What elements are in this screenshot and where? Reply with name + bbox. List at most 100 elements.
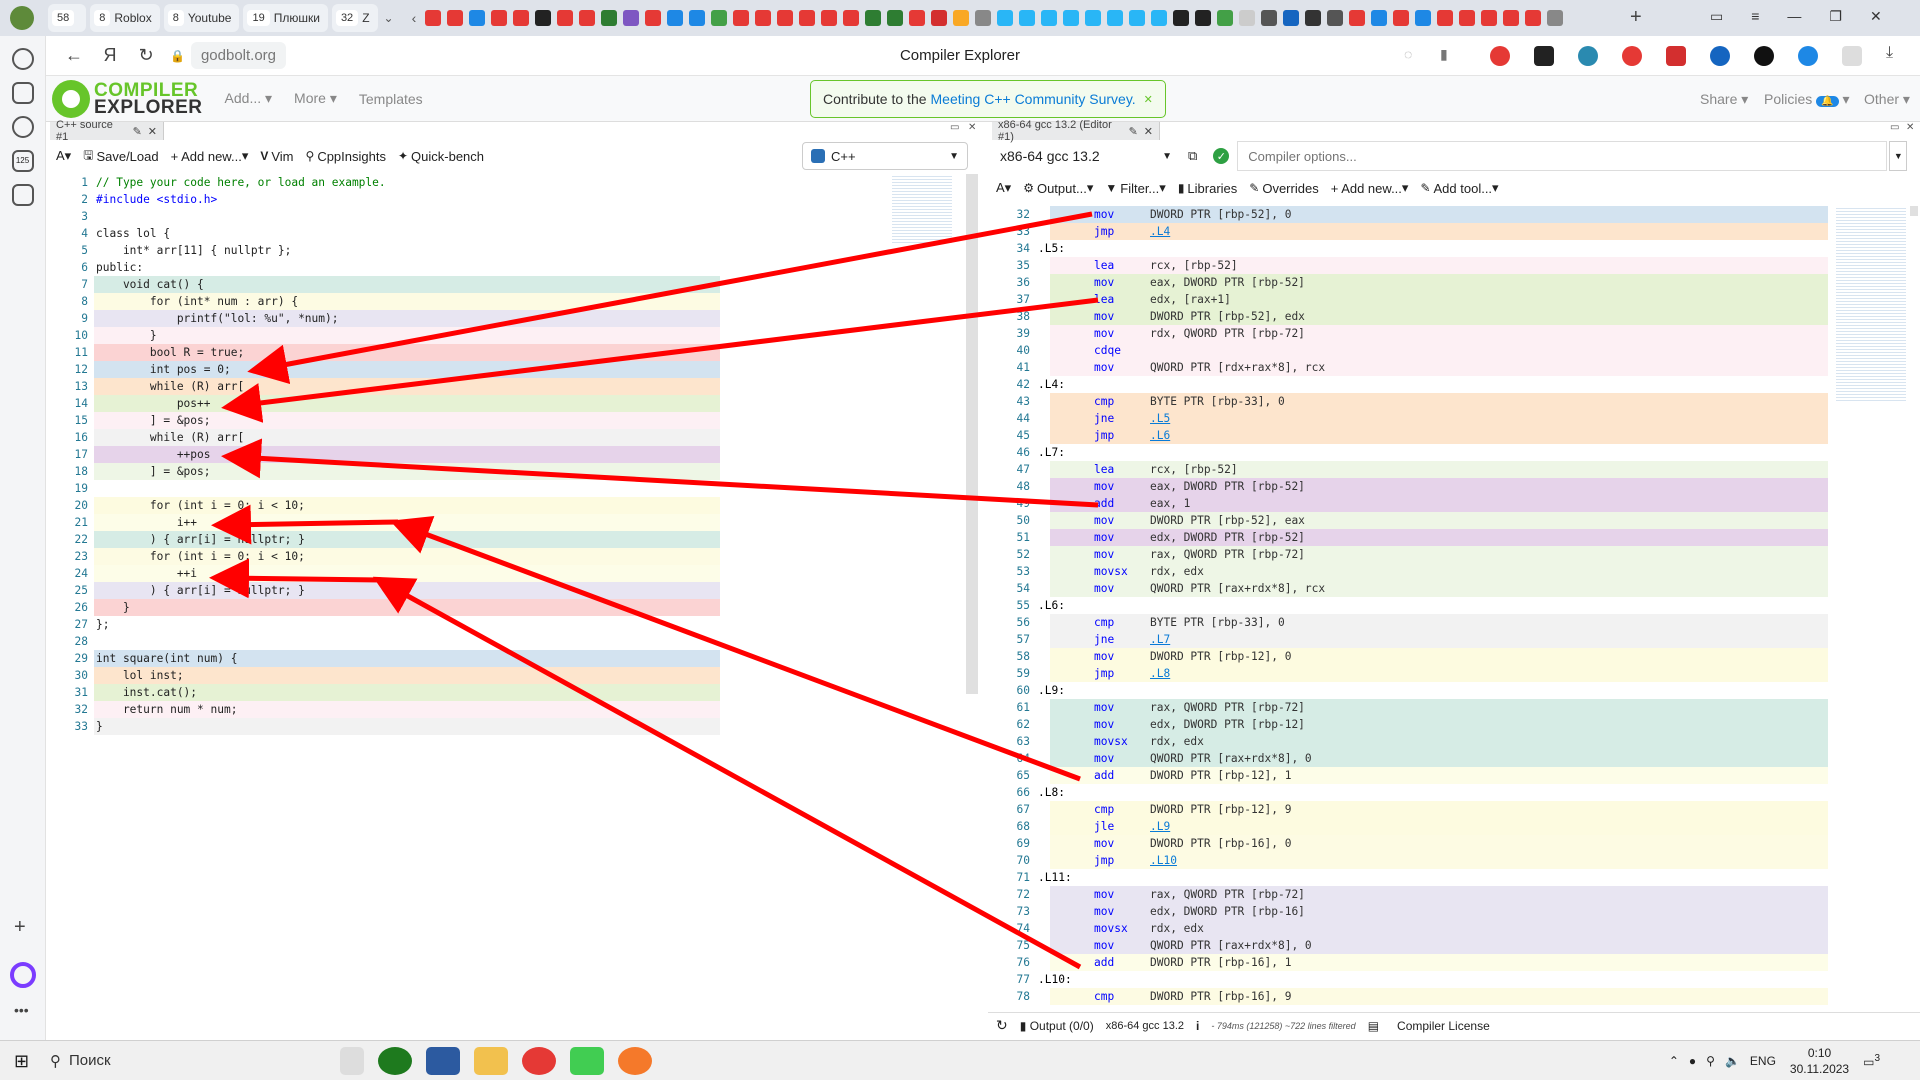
pinned-tab-icon[interactable] <box>1305 10 1322 26</box>
pinned-tab-icon[interactable] <box>887 10 904 26</box>
extension-icon[interactable] <box>1798 46 1818 66</box>
media-icon[interactable] <box>11 116 34 138</box>
blender-app-icon[interactable] <box>618 1046 652 1075</box>
alice-icon[interactable] <box>10 962 36 988</box>
asm-line[interactable]: 51 mov edx, DWORD PTR [rbp-52] <box>992 529 1828 546</box>
refresh-icon[interactable]: ↻ <box>996 1017 1008 1034</box>
policies-menu[interactable]: Policies 🔔 ▾ <box>1764 91 1850 108</box>
asm-line[interactable]: 65 add DWORD PTR [rbp-12], 1 <box>992 767 1828 784</box>
pinned-tab-icon[interactable] <box>1063 10 1080 26</box>
close-icon[interactable]: ✕ <box>1144 93 1153 106</box>
save-load-button[interactable]: 🖫 Save/Load <box>83 146 158 167</box>
share-menu[interactable]: Share ▾ <box>1700 91 1748 108</box>
options-dropdown-icon[interactable]: ▼ <box>1889 141 1908 171</box>
pinned-tab-icon[interactable] <box>1503 10 1520 26</box>
compiler-license-link[interactable]: Compiler License <box>1397 1019 1490 1033</box>
source-line[interactable]: 28 <box>50 633 890 650</box>
source-line[interactable]: 14 pos++ <box>50 395 890 412</box>
asm-line[interactable]: 73 mov edx, DWORD PTR [rbp-16] <box>992 903 1828 920</box>
asm-line[interactable]: 59 jmp .L8 <box>992 665 1828 682</box>
pinned-tab-icon[interactable] <box>1393 10 1410 26</box>
maximize-icon[interactable]: ▭ <box>1890 122 1899 133</box>
source-line[interactable]: 33} <box>50 718 890 735</box>
extension-icon[interactable] <box>1534 46 1554 66</box>
asm-tab[interactable]: x86-64 gcc 13.2 (Editor #1) ✎ ✕ <box>992 119 1160 143</box>
source-line[interactable]: 3 <box>50 208 890 225</box>
asm-line[interactable]: 35 lea rcx, [rbp-52] <box>992 257 1828 274</box>
source-minimap[interactable] <box>892 174 952 244</box>
asm-line[interactable]: 38 mov DWORD PTR [rbp-52], edx <box>992 308 1828 325</box>
asm-line[interactable]: 42 .L4: <box>992 376 1828 393</box>
edit-icon[interactable]: ✎ <box>133 125 142 138</box>
add-tool-button[interactable]: ✎ Add tool... ▾ <box>1420 180 1498 196</box>
pinned-tab-icon[interactable] <box>513 10 530 26</box>
source-line[interactable]: 31 inst.cat(); <box>50 684 890 701</box>
asm-label-link[interactable]: .L8 <box>1150 667 1170 680</box>
asm-line[interactable]: 60 .L9: <box>992 682 1828 699</box>
output-button[interactable]: ⚙ Output... ▾ <box>1023 180 1093 196</box>
asm-line[interactable]: 56 cmp BYTE PTR [rbp-33], 0 <box>992 614 1828 631</box>
extension-icon[interactable] <box>1578 46 1598 66</box>
pinned-tab-icon[interactable] <box>689 10 706 26</box>
tray-expand-icon[interactable]: ⌃ <box>1669 1054 1679 1068</box>
pinned-tab-icon[interactable] <box>799 10 816 26</box>
pinned-tab-icon[interactable] <box>953 10 970 26</box>
maximize-icon[interactable]: ▭ <box>950 122 959 133</box>
asm-line[interactable]: 52 mov rax, QWORD PTR [rbp-72] <box>992 546 1828 563</box>
asm-line[interactable]: 54 mov QWORD PTR [rax+rdx*8], rcx <box>992 580 1828 597</box>
asm-label-link[interactable]: .L4 <box>1150 225 1170 238</box>
asm-line[interactable]: 62 mov edx, DWORD PTR [rbp-12] <box>992 716 1828 733</box>
pinned-tab-icon[interactable] <box>733 10 750 26</box>
pinned-tab-icon[interactable] <box>1151 10 1168 26</box>
download-icon[interactable]: ⤓ <box>1886 44 1893 62</box>
minimize-icon[interactable]: — <box>1787 8 1801 25</box>
pinned-tab-icon[interactable] <box>1547 10 1564 26</box>
qtcreator-app-icon[interactable] <box>570 1046 604 1075</box>
font-size-button[interactable]: A▾ <box>996 180 1011 196</box>
source-line[interactable]: 24 ++i <box>50 565 890 582</box>
tab-scroll-left-icon[interactable]: ‹ <box>412 10 417 26</box>
tray-app-icon[interactable]: ● <box>1689 1054 1696 1068</box>
compiler-options-input[interactable] <box>1237 141 1888 171</box>
pinned-tab-icon[interactable] <box>1459 10 1476 26</box>
menu-add[interactable]: Add... ▾ <box>225 90 273 107</box>
tab-group[interactable]: 8 Youtube <box>163 4 240 32</box>
source-line[interactable]: 4 class lol { <box>50 225 890 242</box>
source-line[interactable]: 16 while (R) arr[ <box>50 429 890 446</box>
add-panel-icon[interactable]: + <box>14 916 26 939</box>
pinned-tab-icon[interactable] <box>865 10 882 26</box>
source-editor[interactable]: 1 // Type your code here, or load an exam… <box>50 174 890 994</box>
pinned-tab-icon[interactable] <box>557 10 574 26</box>
powershell-app-icon[interactable] <box>426 1046 460 1075</box>
source-line[interactable]: 27}; <box>50 616 890 633</box>
asm-line[interactable]: 40 cdqe <box>992 342 1828 359</box>
asm-line[interactable]: 37 lea edx, [rax+1] <box>992 291 1828 308</box>
source-line[interactable]: 29 int square(int num) { <box>50 650 890 667</box>
source-line[interactable]: 30 lol inst; <box>50 667 890 684</box>
asm-line[interactable]: 63 movsx rdx, edx <box>992 733 1828 750</box>
extension-icon[interactable] <box>1754 46 1774 66</box>
asm-line[interactable]: 78 cmp DWORD PTR [rbp-16], 9 <box>992 988 1828 1005</box>
language-indicator[interactable]: ENG <box>1750 1054 1776 1068</box>
source-line[interactable]: 22 ) { arr[i] = nullptr; } <box>50 531 890 548</box>
survey-link[interactable]: Meeting C++ Community Survey. <box>931 91 1136 107</box>
pinned-tab-icon[interactable] <box>975 10 992 26</box>
asm-line[interactable]: 61 mov rax, QWORD PTR [rbp-72] <box>992 699 1828 716</box>
source-line[interactable]: 2 #include <stdio.h> <box>50 191 890 208</box>
bookmarks-icon[interactable]: ▭ <box>1710 8 1723 25</box>
asm-line[interactable]: 75 mov QWORD PTR [rax+rdx*8], 0 <box>992 937 1828 954</box>
source-line[interactable]: 18 ] = &pos; <box>50 463 890 480</box>
url-field[interactable]: godbolt.org <box>190 42 287 69</box>
pinned-tab-icon[interactable] <box>667 10 684 26</box>
pinned-tab-icon[interactable] <box>1283 10 1300 26</box>
browser-logo-icon[interactable] <box>10 6 34 30</box>
pinned-tab-icon[interactable] <box>601 10 618 26</box>
menu-icon[interactable]: ≡ <box>1751 8 1759 25</box>
source-line[interactable]: 11 bool R = true; <box>50 344 890 361</box>
source-line[interactable]: 15 ] = &pos; <box>50 412 890 429</box>
asm-minimap[interactable] <box>1836 206 1906 402</box>
windows-start-icon[interactable]: ⊞ <box>14 1051 29 1072</box>
asm-line[interactable]: 68 jle .L9 <box>992 818 1828 835</box>
restore-icon[interactable]: ❐ <box>1829 8 1842 25</box>
pinned-tab-icon[interactable] <box>1129 10 1146 26</box>
